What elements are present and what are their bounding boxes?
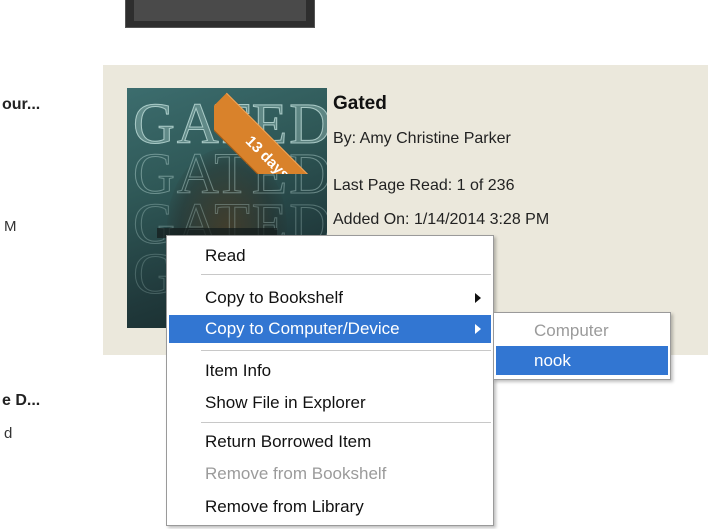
submenu-arrow-icon: [475, 324, 481, 334]
previous-book-cover-image: [134, 0, 306, 21]
neighbor-book-title-1[interactable]: our...: [2, 96, 40, 114]
neighbor-book-meta-2: d: [4, 425, 13, 442]
book-title: Gated: [333, 93, 387, 114]
menu-item-remove-from-bookshelf: Remove from Bookshelf: [169, 460, 491, 488]
menu-item-label: Remove from Library: [205, 497, 364, 516]
menu-item-label: Copy to Computer/Device: [205, 319, 400, 338]
neighbor-book-meta-1: M: [4, 218, 17, 235]
submenu-item-label: nook: [534, 351, 571, 370]
menu-item-label: Remove from Bookshelf: [205, 464, 387, 483]
menu-separator: [201, 350, 491, 351]
submenu-arrow-icon: [475, 293, 481, 303]
book-author: By: Amy Christine Parker: [333, 130, 511, 147]
menu-item-show-file-in-explorer[interactable]: Show File in Explorer: [169, 389, 491, 417]
menu-item-copy-to-bookshelf[interactable]: Copy to Bookshelf: [169, 284, 491, 312]
loan-days-badge: 13 days: [214, 84, 334, 174]
menu-item-label: Item Info: [205, 361, 272, 380]
book-added-on: Added On: 1/14/2014 3:28 PM: [333, 211, 550, 228]
menu-item-label: Return Borrowed Item: [205, 432, 372, 451]
menu-separator: [201, 274, 491, 275]
menu-item-label: Read: [205, 246, 246, 265]
book-last-page-read: Last Page Read: 1 of 236: [333, 177, 515, 194]
menu-item-return-borrowed-item[interactable]: Return Borrowed Item: [169, 428, 491, 456]
menu-item-read[interactable]: Read: [169, 242, 491, 270]
menu-separator: [201, 422, 491, 423]
copy-to-device-submenu: Computer nook: [493, 312, 671, 380]
loan-days-label: 13 days: [214, 92, 333, 174]
previous-book-cover[interactable]: [125, 0, 315, 28]
submenu-item-nook[interactable]: nook: [496, 346, 668, 375]
submenu-item-label: Computer: [534, 321, 609, 340]
menu-item-item-info[interactable]: Item Info: [169, 357, 491, 385]
menu-item-label: Copy to Bookshelf: [205, 288, 343, 307]
context-menu: Read Copy to Bookshelf Copy to Computer/…: [166, 235, 494, 526]
menu-item-copy-to-computer-device[interactable]: Copy to Computer/Device: [169, 315, 491, 343]
neighbor-book-title-2[interactable]: e D...: [2, 392, 40, 410]
menu-item-label: Show File in Explorer: [205, 393, 366, 412]
submenu-item-computer: Computer: [496, 316, 668, 345]
library-view: our... M e D... d GATED GATED GATED GATE…: [0, 0, 708, 529]
menu-item-remove-from-library[interactable]: Remove from Library: [169, 493, 491, 521]
